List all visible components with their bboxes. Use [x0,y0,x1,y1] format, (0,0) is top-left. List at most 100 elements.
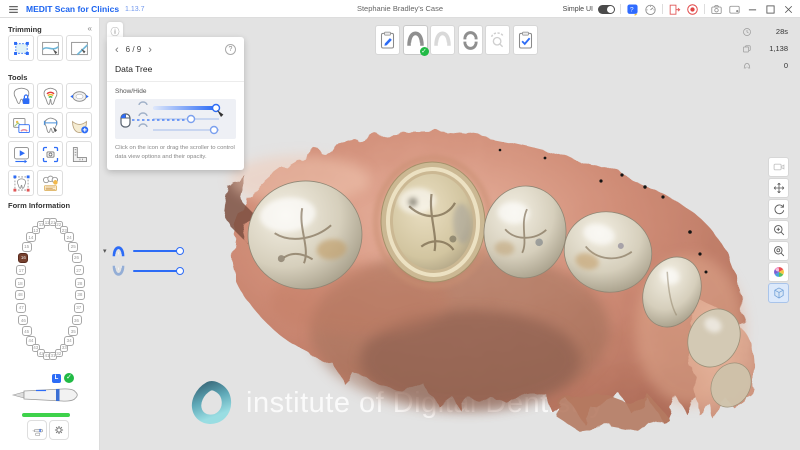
help-icon[interactable]: ? [225,44,236,55]
maxilla-opacity-row [111,245,184,257]
occlusion-analysis-icon [40,86,61,107]
maxilla-opacity-slider[interactable] [132,247,184,255]
screenshot-button[interactable] [710,3,723,16]
stat-arch-count: 0 [742,57,788,74]
scanner-settings-button[interactable] [49,420,69,440]
trim-polygon-button[interactable] [8,35,34,61]
trim-curve-button[interactable] [37,35,63,61]
tooth-17[interactable]: 17 [16,265,27,276]
stage-mandible-icon [432,30,453,51]
exit-button[interactable] [668,3,681,16]
tooth-25[interactable]: 25 [68,241,79,252]
arch-complete-button[interactable] [66,112,92,138]
tooth-37[interactable]: 37 [73,302,84,313]
show-hide-label: Show/Hide [115,88,147,95]
record-icon [686,3,699,16]
arch-adjust-button[interactable] [66,83,92,109]
svg-text:?: ? [630,6,634,13]
collapse-data-tree-icon[interactable]: ▾ [103,247,107,277]
trim-line-button[interactable] [66,35,92,61]
tooth-35[interactable]: 35 [68,326,79,337]
frame-tooth-button[interactable] [8,170,34,196]
tooth-27[interactable]: 27 [73,265,84,276]
mandible-small-icon[interactable] [111,265,126,277]
image-match-button[interactable] [8,112,34,138]
info-tab[interactable]: ⓘ [107,22,123,37]
tooth-26[interactable]: 26 [71,252,82,263]
info-icon: ⓘ [110,27,120,37]
simple-ui-toggle[interactable] [598,4,615,14]
help-button[interactable]: ? [626,3,639,16]
separator [620,4,621,14]
tooth-15[interactable]: 15 [21,241,32,252]
stage-toolbar: ✓ [375,25,538,56]
tooth-28[interactable]: 28 [74,278,85,289]
capture-icon [40,144,61,165]
maximize-button[interactable] [764,3,777,16]
collapse-sidebar-icon[interactable]: « [88,24,92,33]
separator [662,4,663,14]
timer-icon [742,27,752,37]
angle-ruler-button[interactable] [66,141,92,167]
close-icon [782,3,795,16]
maximize-icon [764,3,777,16]
stage-scan-icon [487,30,508,51]
scanner-wand-icon [11,388,78,402]
occlusion-analysis-button[interactable] [37,83,63,109]
tooth-24[interactable]: 24 [64,232,75,243]
simple-ui-label: Simple UI [562,5,593,13]
teeth-lock-button[interactable] [37,170,63,196]
maxilla-opacity-slider-handle[interactable] [175,247,184,255]
stage-complete-check-icon: ✓ [419,47,429,56]
scanner-connect-button[interactable] [27,420,47,440]
color-texture-button[interactable] [768,262,789,282]
scan-align-stage-button[interactable] [485,25,510,55]
view-cube-button[interactable] [768,283,789,303]
screen-rec-icon [728,3,741,16]
zoom-fit-button[interactable] [768,241,789,261]
view-toolbar [768,157,789,303]
performance-gauge-button[interactable] [644,3,657,16]
tooth-lock-button[interactable] [8,83,34,109]
mandible-opacity-row [111,265,184,277]
rotate-button[interactable] [768,199,789,219]
tooth-34[interactable]: 34 [64,335,75,346]
medit-scan-app: institute of Digital Dentistry [0,0,800,450]
zoom-in-button[interactable] [768,220,789,240]
stat-image-count-value: 1,138 [769,44,788,53]
tooth-18[interactable]: 18 [15,278,26,289]
stage-complete-icon [515,30,536,51]
form-stage-button[interactable] [375,25,400,55]
stat-scan-time-value: 28s [775,27,788,36]
close-button[interactable] [782,3,795,16]
tooth-36[interactable]: 36 [71,315,82,326]
pan-button[interactable] [768,178,789,198]
help-bubble-icon: ? [626,3,639,16]
tooth-measure-button[interactable] [37,112,63,138]
tooth-48[interactable]: 48 [15,289,26,300]
complete-stage-button[interactable] [512,25,538,55]
tooth-47[interactable]: 47 [16,302,27,313]
mandible-stage-button[interactable] [430,25,455,55]
minimize-button[interactable] [746,3,759,16]
sidebar: Trimming « Tools Form Information 18 17 16… [0,18,100,450]
occlusion-stage-button[interactable] [457,25,483,55]
prev-page-button[interactable]: ‹ [115,44,119,55]
replay-button[interactable] [8,141,34,167]
frame-tooth-icon [11,173,32,194]
mandible-opacity-slider-handle[interactable] [175,267,184,275]
maxilla-small-icon[interactable] [111,245,126,257]
maxilla-stage-button[interactable]: ✓ [402,25,429,56]
tooth-16[interactable]: 16 [18,252,29,263]
tooth-46[interactable]: 46 [18,315,29,326]
tooth-38[interactable]: 38 [74,289,85,300]
next-page-button[interactable]: › [148,44,152,55]
view-zoom-fit-icon [772,244,786,258]
capture-button[interactable] [37,141,63,167]
data-tree-help-panel: ‹ 6 / 9 › ? Data Tree Show/Hide Click on… [107,37,244,170]
screen-capture-button[interactable] [728,3,741,16]
viewport-capture-button[interactable] [768,157,789,177]
mandible-opacity-slider[interactable] [132,267,184,275]
tooth-45[interactable]: 45 [21,326,32,337]
record-button[interactable] [686,3,699,16]
